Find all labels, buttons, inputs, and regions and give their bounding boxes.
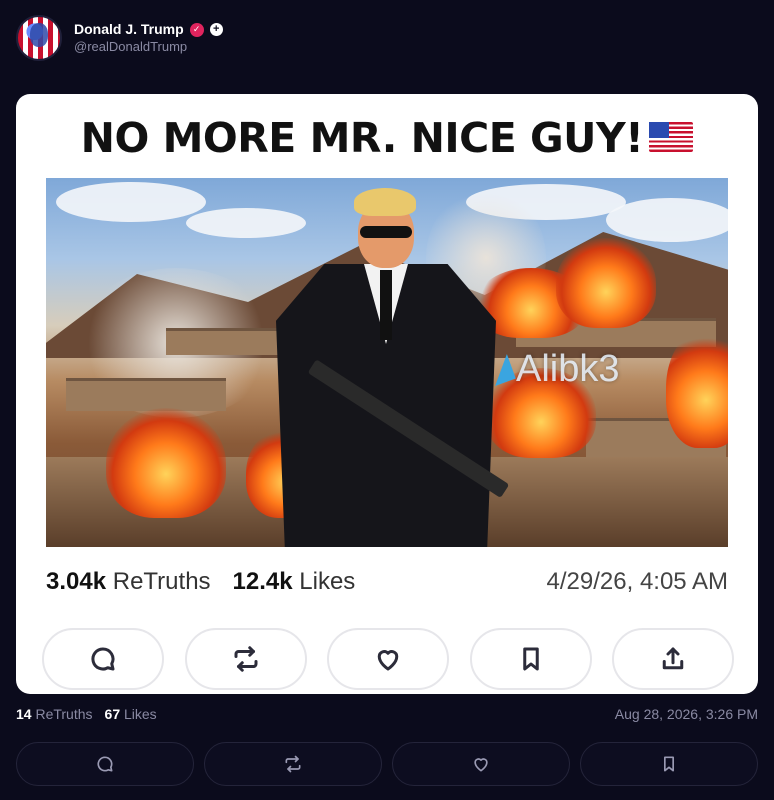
retruth-icon — [285, 755, 301, 773]
post-likes-label: Likes — [124, 706, 157, 722]
like-icon — [474, 758, 488, 772]
post-like-button[interactable] — [392, 742, 570, 786]
post-likes[interactable]: 67 Likes — [105, 706, 157, 722]
embedded-post-card[interactable]: NO MORE MR. NICE GUY! Alibk3 3.04k ReTru… — [16, 94, 758, 694]
telegram-icon — [486, 353, 516, 386]
card-action-bar — [42, 628, 734, 690]
like-icon — [377, 650, 399, 671]
retruth-icon — [234, 646, 257, 672]
card-likes-count: 12.4k — [232, 568, 293, 595]
post-image[interactable]: Alibk3 — [46, 178, 728, 547]
bookmark-icon — [522, 647, 539, 671]
card-retruths-label: ReTruths — [112, 568, 211, 595]
post-action-bar — [16, 742, 758, 786]
card-timestamp: 4/29/26, 4:05 AM — [546, 568, 728, 595]
avatar[interactable] — [16, 15, 62, 61]
verified-badge-icon: ✓ — [189, 22, 204, 37]
plus-icon[interactable]: + — [209, 23, 223, 37]
us-flag-icon — [649, 122, 694, 152]
post-timestamp: Aug 28, 2026, 3:26 PM — [614, 706, 758, 722]
card-retruths-count: 3.04k — [46, 568, 107, 595]
comment-icon — [97, 756, 113, 772]
bookmark-button[interactable] — [469, 628, 592, 690]
comment-button[interactable] — [42, 628, 164, 690]
headline-text: NO MORE MR. NICE GUY! — [80, 114, 644, 162]
post-retruths[interactable]: 14 ReTruths — [16, 706, 93, 722]
post-bookmark-button[interactable] — [580, 742, 758, 786]
author-name[interactable]: Donald J. Trump — [74, 21, 184, 39]
bookmark-icon — [664, 756, 674, 772]
post-retruth-button[interactable] — [204, 742, 382, 786]
post-likes-count: 67 — [104, 706, 121, 722]
author-block: Donald J. Trump ✓ + @realDonaldTrump — [74, 21, 223, 55]
card-likes[interactable]: 12.4k Likes — [233, 568, 356, 596]
post-header: Donald J. Trump ✓ + @realDonaldTrump — [16, 14, 223, 62]
post-stats: 14 ReTruths 67 Likes — [16, 706, 157, 722]
retruth-button[interactable] — [184, 628, 307, 690]
share-button[interactable] — [612, 628, 734, 690]
watermark-text: Alibk3 — [516, 348, 620, 390]
headline: NO MORE MR. NICE GUY! — [16, 114, 758, 162]
post-retruths-count: 14 — [16, 706, 32, 722]
author-handle[interactable]: @realDonaldTrump — [74, 39, 223, 55]
post-retruths-label: ReTruths — [35, 706, 93, 722]
card-retruths[interactable]: 3.04k ReTruths — [46, 568, 211, 596]
person-figure — [276, 188, 510, 547]
like-button[interactable] — [327, 628, 449, 690]
post-comment-button[interactable] — [16, 742, 194, 786]
watermark: Alibk3 — [486, 348, 620, 391]
card-stats: 3.04k ReTruths 12.4k Likes 4/29/26, 4:05… — [46, 568, 728, 596]
comment-icon — [91, 647, 115, 671]
share-icon — [662, 647, 684, 670]
card-likes-label: Likes — [299, 568, 356, 595]
